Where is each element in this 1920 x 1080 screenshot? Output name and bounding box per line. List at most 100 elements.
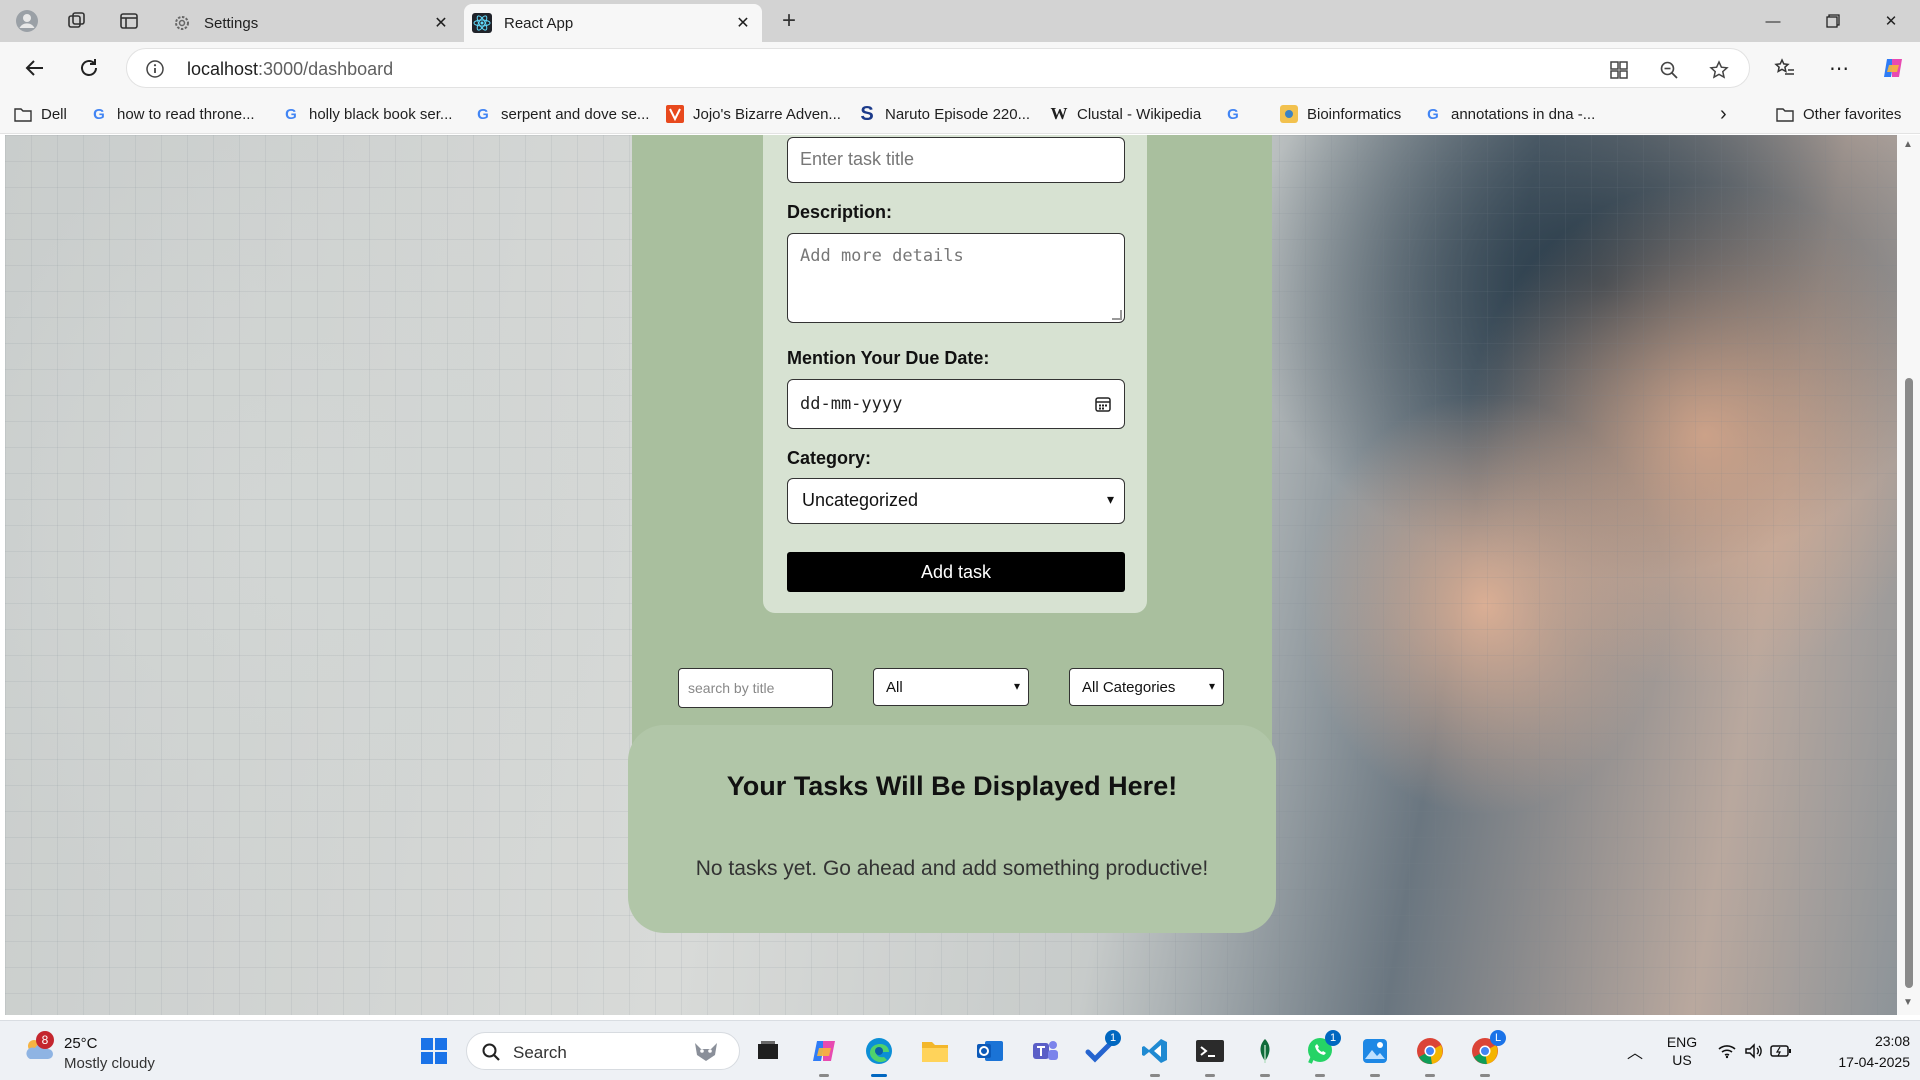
tab-settings[interactable]: Settings ✕: [164, 4, 460, 42]
site-info-icon[interactable]: [145, 59, 165, 79]
chevron-down-icon: ▾: [1106, 491, 1114, 507]
status-filter-select[interactable]: All ▾: [873, 668, 1029, 706]
task-title-placeholder: Enter task title: [800, 149, 915, 169]
favorite-star-icon[interactable]: [1707, 58, 1731, 82]
category-select[interactable]: Uncategorized ▾: [787, 478, 1125, 524]
bookmark-jojo[interactable]: Jojo's Bizarre Adven...: [666, 102, 841, 126]
todo-icon[interactable]: 1: [1083, 1030, 1121, 1068]
notification-badge: 1: [1325, 1030, 1341, 1046]
volume-icon[interactable]: [1742, 1021, 1766, 1080]
leaf-app-icon[interactable]: [1248, 1034, 1282, 1077]
back-arrow-icon[interactable]: [18, 51, 52, 85]
chrome-profile-icon[interactable]: L: [1468, 1030, 1506, 1077]
scroll-down-arrow-icon[interactable]: ▼: [1903, 997, 1913, 1008]
description-textarea[interactable]: Add more details: [787, 233, 1125, 323]
taskbar-search-box[interactable]: Search: [466, 1032, 740, 1070]
bookmark-dell[interactable]: Dell: [14, 102, 67, 126]
folder-icon: [14, 105, 32, 123]
due-date-input[interactable]: dd-mm-yyyy: [787, 379, 1125, 429]
close-tab-icon[interactable]: ✕: [730, 10, 756, 36]
page-viewport: Enter task title Description: Add more d…: [5, 135, 1897, 1015]
bookmark-label: how to read throne...: [117, 105, 255, 123]
whatsapp-icon[interactable]: 1: [1303, 1030, 1341, 1077]
bookmark-bioinformatics[interactable]: Bioinformatics: [1280, 102, 1401, 126]
task-title-input[interactable]: Enter task title: [787, 137, 1125, 183]
maximize-button[interactable]: [1804, 0, 1862, 42]
zoom-out-icon[interactable]: [1657, 58, 1681, 82]
terminal-icon[interactable]: [1193, 1034, 1227, 1077]
folder-icon: [1776, 105, 1794, 123]
file-explorer-icon[interactable]: [918, 1034, 952, 1068]
description-placeholder: Add more details: [800, 246, 964, 266]
windows-start-icon[interactable]: [417, 1034, 451, 1068]
google-icon: G: [285, 105, 297, 123]
new-tab-button[interactable]: +: [774, 6, 804, 36]
more-menu-icon[interactable]: ⋯: [1822, 51, 1856, 85]
teams-icon[interactable]: [1028, 1034, 1062, 1068]
category-filter-select[interactable]: All Categories ▾: [1069, 668, 1224, 706]
search-by-title-input[interactable]: search by title: [678, 668, 833, 708]
vertical-tabs-icon[interactable]: [114, 6, 144, 36]
add-task-button[interactable]: Add task: [787, 552, 1125, 592]
edge-browser-icon[interactable]: [862, 1034, 896, 1077]
bookmark-clustal[interactable]: W Clustal - Wikipedia: [1050, 102, 1202, 126]
close-tab-icon[interactable]: ✕: [428, 10, 454, 36]
close-window-button[interactable]: ✕: [1862, 0, 1920, 42]
workspaces-icon[interactable]: [62, 6, 92, 36]
running-indicator: [1150, 1074, 1160, 1077]
minimize-button[interactable]: —: [1744, 0, 1802, 42]
scroll-up-arrow-icon[interactable]: ▲: [1903, 139, 1913, 150]
chrome-icon[interactable]: [1413, 1034, 1447, 1077]
due-date-label: Mention Your Due Date:: [787, 348, 990, 368]
search-icon: [481, 1042, 501, 1067]
photos-app-icon[interactable]: [1358, 1034, 1392, 1077]
chevron-down-icon: ▾: [1208, 679, 1215, 693]
scrollbar-thumb[interactable]: [1905, 378, 1913, 988]
address-bar[interactable]: localhost:3000/dashboard: [126, 48, 1750, 88]
running-indicator: [1425, 1074, 1435, 1077]
category-selected-value: Uncategorized: [802, 490, 919, 510]
resize-handle-icon[interactable]: [1112, 310, 1122, 320]
category-filter-value: All Categories: [1082, 679, 1176, 696]
copilot-app-icon[interactable]: [807, 1034, 841, 1077]
temperature: 25°C: [64, 1035, 98, 1052]
tab-title: Settings: [204, 14, 259, 32]
profile-icon[interactable]: [12, 6, 42, 36]
description-label: Description:: [787, 202, 893, 222]
chevron-right-icon[interactable]: ›: [1720, 102, 1727, 126]
bookmark-label: serpent and dove se...: [501, 105, 650, 123]
running-indicator: [1370, 1074, 1380, 1077]
other-favorites[interactable]: Other favorites: [1776, 102, 1901, 126]
bookmark-holly-black[interactable]: G holly black book ser...: [282, 102, 452, 126]
bookmark-naruto[interactable]: S Naruto Episode 220...: [858, 102, 1030, 126]
bookmark-label: Jojo's Bizarre Adven...: [693, 105, 841, 123]
language-indicator[interactable]: ENG US: [1664, 1021, 1700, 1080]
weather-widget[interactable]: 8 25°C Mostly cloudy: [20, 1029, 180, 1073]
weather-condition: Mostly cloudy: [64, 1055, 155, 1072]
bookmark-annotations[interactable]: G annotations in dna -...: [1424, 102, 1595, 126]
google-icon: G: [477, 105, 489, 123]
battery-icon[interactable]: [1768, 1021, 1794, 1080]
wifi-icon[interactable]: [1714, 1021, 1740, 1080]
notification-badge: 1: [1105, 1030, 1121, 1046]
task-list-panel: Your Tasks Will Be Displayed Here! No ta…: [628, 725, 1276, 933]
vscode-icon[interactable]: [1138, 1034, 1172, 1077]
browser-title-bar: Settings ✕ React App ✕ + — ✕: [0, 0, 1920, 42]
bookmark-label: Dell: [41, 105, 67, 123]
page-scrollbar[interactable]: ▲ ▼: [1897, 135, 1920, 1015]
bookmark-google[interactable]: G: [1224, 102, 1251, 126]
running-indicator: [1205, 1074, 1215, 1077]
tab-react-app[interactable]: React App ✕: [464, 4, 762, 42]
calendar-icon[interactable]: [1094, 395, 1112, 413]
task-view-icon[interactable]: [751, 1034, 785, 1068]
bookmark-serpent-dove[interactable]: G serpent and dove se...: [474, 102, 649, 126]
refresh-icon[interactable]: [72, 51, 106, 85]
favorites-icon[interactable]: [1768, 51, 1802, 85]
app-available-icon[interactable]: [1607, 58, 1631, 82]
show-hidden-icons-chevron-icon[interactable]: ︿: [1620, 1021, 1650, 1080]
google-icon: G: [1227, 105, 1239, 123]
copilot-icon[interactable]: [1876, 51, 1910, 85]
bookmark-throne[interactable]: G how to read throne...: [90, 102, 255, 126]
outlook-icon[interactable]: [973, 1034, 1007, 1068]
system-clock[interactable]: 23:08 17-04-2025: [1810, 1031, 1910, 1073]
